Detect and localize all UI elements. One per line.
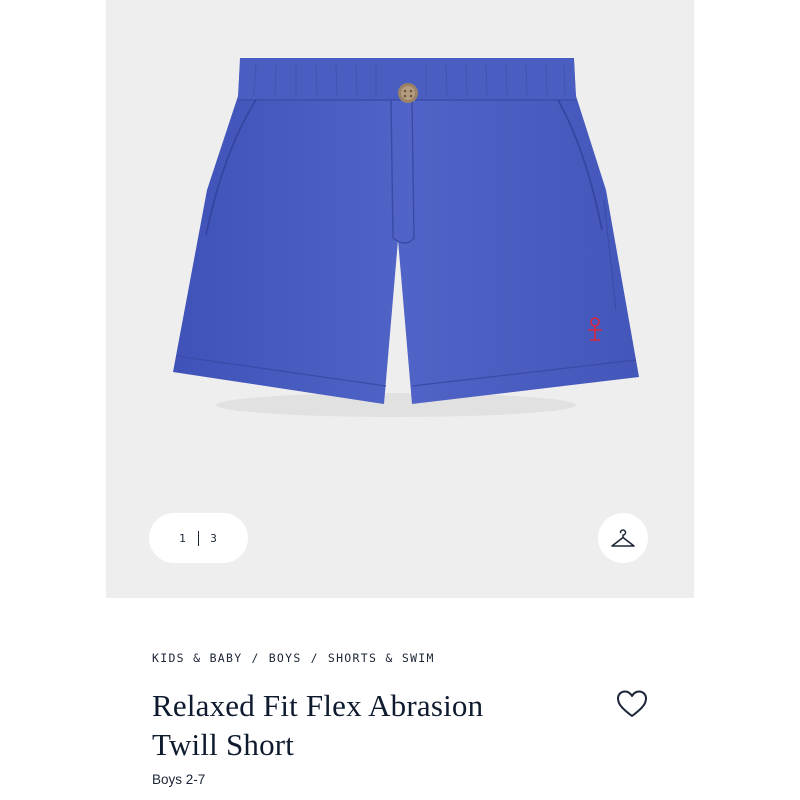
closet-button[interactable] [598, 513, 648, 563]
breadcrumb-kids-baby[interactable]: KIDS & BABY [152, 651, 242, 665]
hanger-icon [611, 529, 635, 547]
breadcrumb-separator: / [251, 651, 260, 665]
breadcrumb: KIDS & BABY / BOYS / SHORTS & SWIM [152, 651, 435, 665]
pager-divider [197, 530, 200, 546]
image-pager[interactable]: 1 3 [149, 513, 248, 563]
image-gallery[interactable]: 1 3 [106, 0, 694, 598]
breadcrumb-separator: / [310, 651, 319, 665]
product-page: 1 3 KIDS & BABY / BOYS / SHORTS & SWIM Relax… [106, 0, 694, 800]
shorts-image [173, 58, 639, 417]
product-title: Relaxed Fit Flex Abrasion Twill Short [152, 686, 562, 764]
current-page: 1 [179, 531, 187, 545]
product-subtitle: Boys 2-7 [152, 772, 206, 787]
total-pages: 3 [210, 531, 218, 545]
product-title-line1: Relaxed Fit Flex Abrasion [152, 688, 484, 723]
heart-icon [617, 690, 647, 717]
breadcrumb-boys[interactable]: BOYS [269, 651, 302, 665]
favorite-button[interactable] [614, 686, 650, 722]
breadcrumb-shorts-swim[interactable]: SHORTS & SWIM [328, 651, 435, 665]
product-title-line2: Twill Short [152, 727, 295, 762]
